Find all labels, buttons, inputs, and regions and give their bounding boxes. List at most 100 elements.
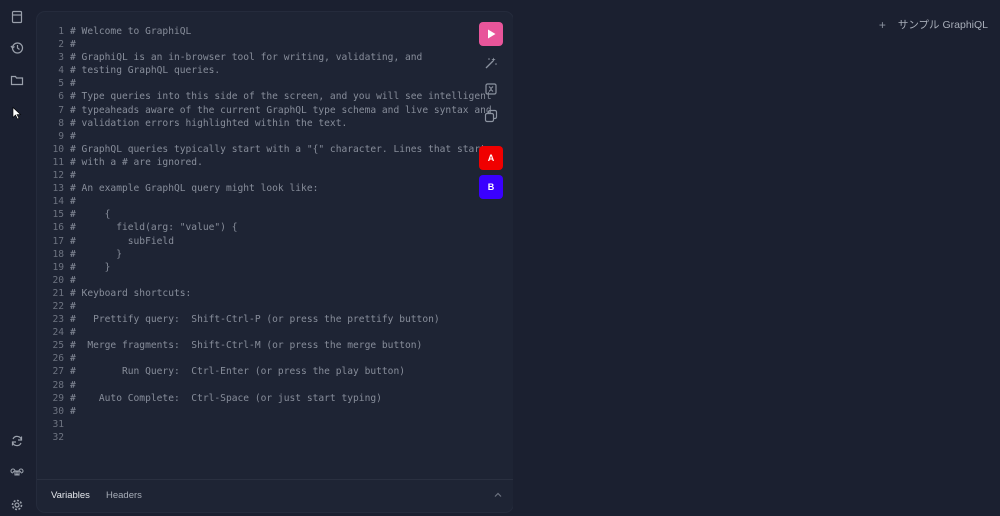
line-number: 15	[52, 209, 64, 221]
code-text: #	[70, 274, 76, 286]
code-line: 28 #	[45, 379, 492, 392]
query-editor-panel: 1 # Welcome to GraphiQL 2 #3 # GraphiQL is a…	[37, 12, 513, 512]
line-number: 12	[52, 170, 64, 182]
command-icon[interactable]	[9, 465, 25, 481]
line-number: 21	[52, 287, 64, 299]
code-text: # Keyboard shortcuts:	[70, 287, 192, 299]
code-text: # GraphiQL is an in-browser tool for wri…	[70, 52, 423, 64]
merge-icon	[485, 83, 497, 95]
code-line: 8 # validation errors highlighted within …	[45, 117, 492, 130]
line-number: 1	[58, 26, 64, 37]
run-query-button[interactable]	[479, 22, 503, 46]
folder-icon[interactable]	[9, 72, 25, 88]
code-line: 21 # Keyboard shortcuts:	[45, 287, 492, 300]
code-line: 6 # Type queries into this side of the sc…	[45, 90, 492, 103]
code-line: 13 # An example GraphQL query might look …	[45, 182, 492, 195]
code-text: # {	[70, 209, 111, 221]
code-text: #	[70, 130, 76, 142]
line-number: 32	[52, 431, 64, 443]
code-text: # field(arg: "value") {	[70, 222, 238, 234]
code-text: # subField	[70, 235, 174, 247]
docs-icon[interactable]	[9, 9, 25, 25]
code-text: # Prettify query: Shift-Ctrl-P (or press…	[70, 314, 440, 326]
code-text: # }	[70, 261, 111, 273]
code-text: #	[70, 170, 76, 182]
code-text: # with a # are ignored.	[70, 156, 203, 168]
code-line: 4 # testing GraphQL queries.	[45, 64, 492, 77]
line-number: 29	[52, 392, 64, 404]
line-number: 14	[52, 196, 64, 208]
line-number: 18	[52, 248, 64, 260]
query-editor[interactable]: 1 # Welcome to GraphiQL 2 #3 # GraphiQL is a…	[45, 25, 492, 444]
history-icon[interactable]	[9, 40, 25, 56]
tab-title[interactable]: サンプル GraphiQL	[898, 17, 988, 32]
code-line: 2 #	[45, 38, 492, 51]
add-tab-button[interactable]: +	[879, 18, 886, 32]
code-line: 32	[45, 431, 492, 444]
session-tabs: + サンプル GraphiQL	[879, 17, 988, 32]
code-text: #	[70, 405, 76, 417]
code-text: # Type queries into this side of the scr…	[70, 91, 492, 103]
code-text: # An example GraphQL query might look li…	[70, 183, 319, 195]
play-icon	[488, 29, 496, 39]
code-text: # testing GraphQL queries.	[70, 65, 221, 77]
refresh-icon[interactable]	[9, 433, 25, 449]
line-number: 9	[58, 130, 64, 142]
code-line: 31	[45, 418, 492, 431]
custom-button-b[interactable]: B	[479, 175, 503, 199]
line-number: 3	[58, 52, 64, 64]
code-text: # validation errors highlighted within t…	[70, 117, 348, 129]
copy-icon	[484, 109, 498, 123]
prettify-icon	[485, 57, 497, 69]
prettify-button[interactable]	[479, 51, 503, 75]
editor-bottom-bar: Variables Headers	[37, 479, 513, 512]
tab-variables[interactable]: Variables	[51, 490, 90, 501]
line-number: 10	[52, 143, 64, 155]
code-text: #	[70, 379, 76, 391]
line-number: 13	[52, 183, 64, 195]
tab-headers[interactable]: Headers	[106, 490, 142, 501]
chevron-up-icon[interactable]	[493, 490, 503, 500]
line-number: 6	[58, 91, 64, 103]
code-line: 20 #	[45, 274, 492, 287]
code-line: 19 # }	[45, 261, 492, 274]
copy-query-button[interactable]	[479, 104, 503, 128]
line-number: 19	[52, 261, 64, 273]
code-line: 27 # Run Query: Ctrl-Enter (or press the …	[45, 365, 492, 378]
line-number: 2	[58, 39, 64, 51]
code-text: # typeaheads aware of the current GraphQ…	[70, 104, 492, 116]
code-line: 11 # with a # are ignored.	[45, 156, 492, 169]
code-text: #	[70, 39, 76, 51]
code-line: 1 # Welcome to GraphiQL	[45, 25, 492, 38]
line-number: 11	[52, 156, 64, 168]
code-line: 12 #	[45, 169, 492, 182]
code-text: #	[70, 78, 76, 90]
code-line: 10 # GraphQL queries typically start with…	[45, 143, 492, 156]
line-number: 30	[52, 405, 64, 417]
line-number: 31	[52, 418, 64, 430]
code-text: #	[70, 196, 76, 208]
code-text: #	[70, 327, 76, 339]
line-number: 27	[52, 366, 64, 378]
code-line: 3 # GraphiQL is an in-browser tool for wr…	[45, 51, 492, 64]
line-number: 23	[52, 314, 64, 326]
line-number: 28	[52, 379, 64, 391]
sidebar	[0, 0, 34, 516]
code-line: 29 # Auto Complete: Ctrl-Space (or just s…	[45, 392, 492, 405]
code-line: 22 #	[45, 300, 492, 313]
code-line: 23 # Prettify query: Shift-Ctrl-P (or pre…	[45, 313, 492, 326]
line-number: 4	[58, 65, 64, 77]
line-number: 26	[52, 353, 64, 365]
settings-icon[interactable]	[9, 497, 25, 513]
code-text: #	[70, 353, 76, 365]
code-line: 16 # field(arg: "value") {	[45, 221, 492, 234]
line-number: 22	[52, 300, 64, 312]
line-number: 20	[52, 274, 64, 286]
line-number: 25	[52, 340, 64, 352]
custom-button-a[interactable]: A	[479, 146, 503, 170]
code-text: # Run Query: Ctrl-Enter (or press the pl…	[70, 366, 406, 378]
code-text: # GraphQL queries typically start with a…	[70, 143, 486, 155]
merge-fragments-button[interactable]	[479, 77, 503, 101]
code-line: 26 #	[45, 352, 492, 365]
line-number: 17	[52, 235, 64, 247]
